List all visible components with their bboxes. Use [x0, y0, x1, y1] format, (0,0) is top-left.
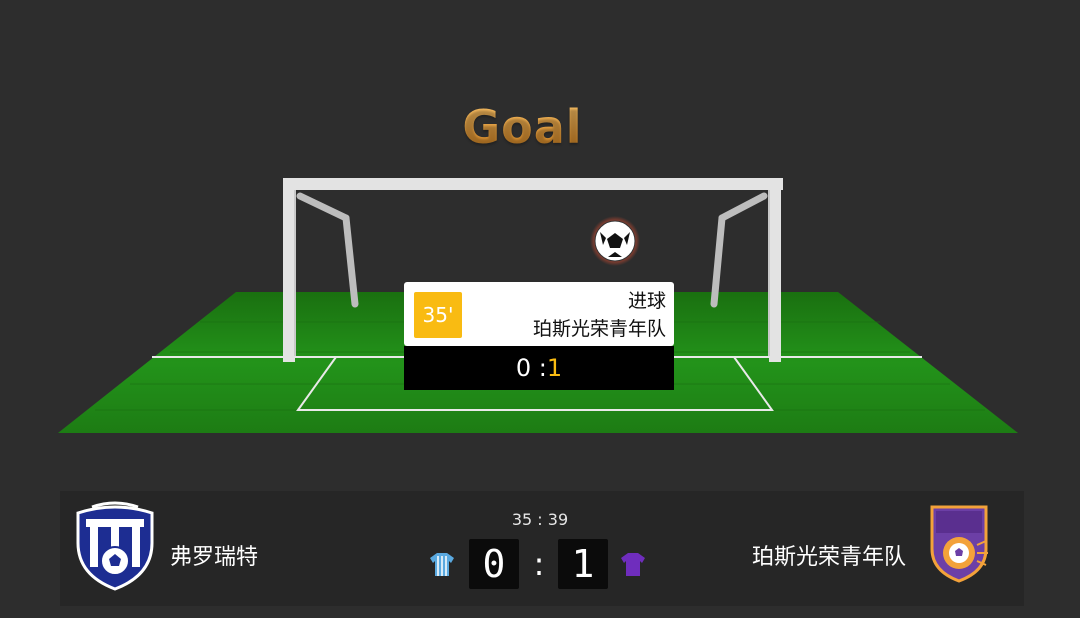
- goal-animation-stage: Goal 35' 进球 珀斯光荣青年队 0 :1: [0, 0, 1080, 480]
- away-score: 1: [558, 539, 608, 589]
- away-team-name: 珀斯光荣青年队: [751, 545, 906, 570]
- home-team-name: 弗罗瑞特: [170, 545, 259, 570]
- event-score-away: 1: [546, 354, 563, 382]
- soccer-ball-icon: [590, 216, 640, 266]
- event-score-home: 0 :: [515, 354, 547, 382]
- home-score: 0: [469, 539, 519, 589]
- away-kit-icon: [621, 553, 645, 576]
- event-minute-badge: 35': [414, 292, 462, 338]
- perth-glory-crest-icon: [930, 505, 988, 583]
- event-team-label: 珀斯光荣青年队: [532, 318, 666, 340]
- match-clock: 35 : 39: [511, 510, 569, 529]
- event-score: 0 :1: [404, 346, 674, 390]
- pitch-graphic: [58, 178, 1018, 433]
- event-type-label: 进球: [627, 290, 666, 312]
- scoreboard: 弗罗瑞特 35 : 39 0 : 1 珀斯光荣青年队: [60, 491, 1024, 606]
- goal-title: Goal: [0, 100, 1045, 154]
- shield-crest-icon: [76, 501, 154, 591]
- event-card: 35' 进球 珀斯光荣青年队: [404, 282, 674, 346]
- home-kit-icon: [430, 553, 454, 576]
- score-separator: :: [533, 545, 545, 583]
